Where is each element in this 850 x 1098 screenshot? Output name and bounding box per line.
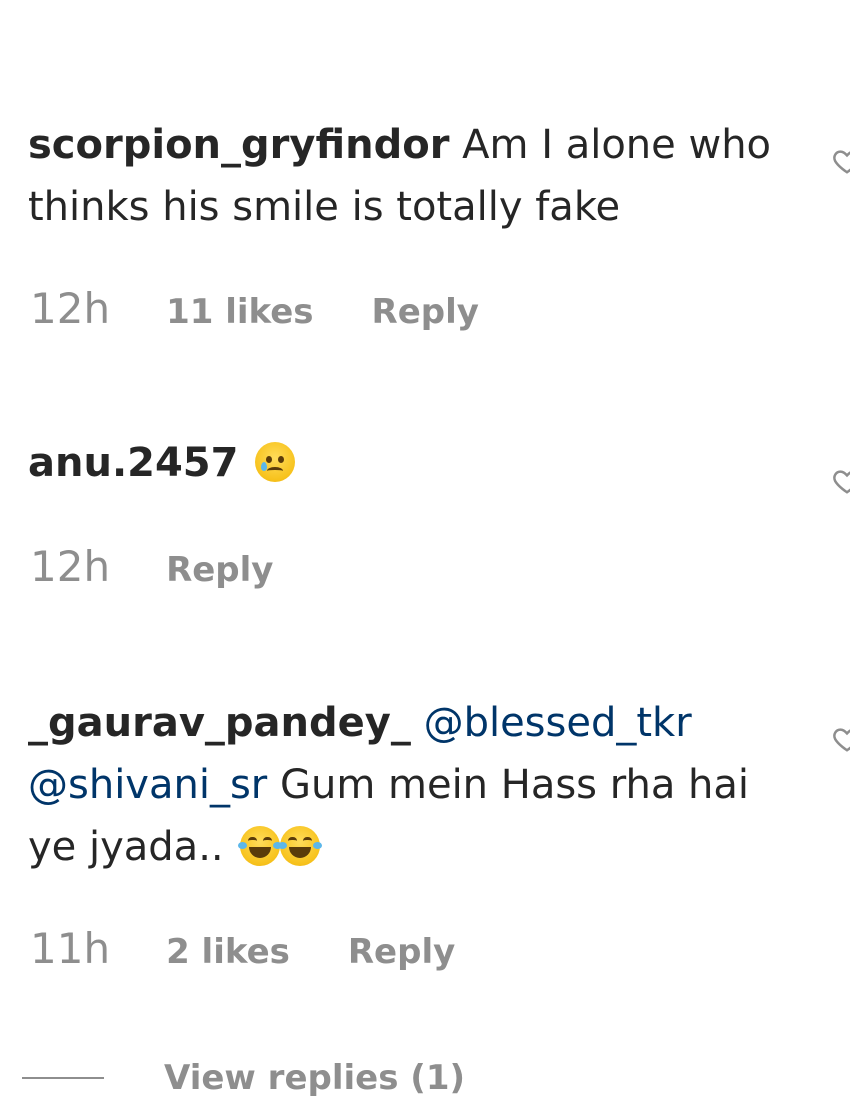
comment-body: _gaurav_pandey_ @blessed_tkr @shivani_sr…: [28, 692, 788, 878]
mention-link[interactable]: @blessed_tkr: [424, 700, 692, 746]
comment-timestamp[interactable]: 11h: [30, 924, 110, 973]
comment-body: scorpion_gryfindor Am I alone who thinks…: [28, 114, 788, 238]
heart-icon[interactable]: [832, 146, 850, 176]
reply-button[interactable]: Reply: [372, 292, 479, 332]
tears-of-joy-emoji-icon: [238, 826, 283, 866]
comment-meta: 11h 2 likes Reply: [30, 924, 455, 973]
comment-likes[interactable]: 2 likes: [166, 932, 290, 972]
comment-body: anu.2457: [28, 432, 788, 494]
comment-username[interactable]: _gaurav_pandey_: [28, 700, 411, 746]
comment-2: anu.2457: [28, 432, 828, 494]
heart-icon[interactable]: [832, 466, 850, 496]
comment-username[interactable]: anu.2457: [28, 440, 238, 486]
view-replies-button[interactable]: View replies (1): [22, 1058, 465, 1098]
divider-line: [22, 1077, 104, 1079]
comment-timestamp[interactable]: 12h: [30, 542, 110, 591]
comment-3: _gaurav_pandey_ @blessed_tkr @shivani_sr…: [28, 692, 828, 878]
tears-of-joy-emoji-icon: [278, 826, 323, 866]
comment-1: scorpion_gryfindor Am I alone who thinks…: [28, 114, 828, 238]
heart-icon[interactable]: [832, 724, 850, 754]
comment-meta: 12h Reply: [30, 542, 273, 591]
mention-link[interactable]: @shivani_sr: [28, 762, 267, 808]
comment-timestamp[interactable]: 12h: [30, 284, 110, 333]
comment-likes[interactable]: 11 likes: [166, 292, 313, 332]
view-replies-label[interactable]: View replies (1): [164, 1058, 465, 1098]
reply-button[interactable]: Reply: [348, 932, 455, 972]
reply-button[interactable]: Reply: [166, 550, 273, 590]
comment-username[interactable]: scorpion_gryfindor: [28, 122, 449, 168]
comment-meta: 12h 11 likes Reply: [30, 284, 479, 333]
crying-face-emoji-icon: [255, 442, 296, 482]
